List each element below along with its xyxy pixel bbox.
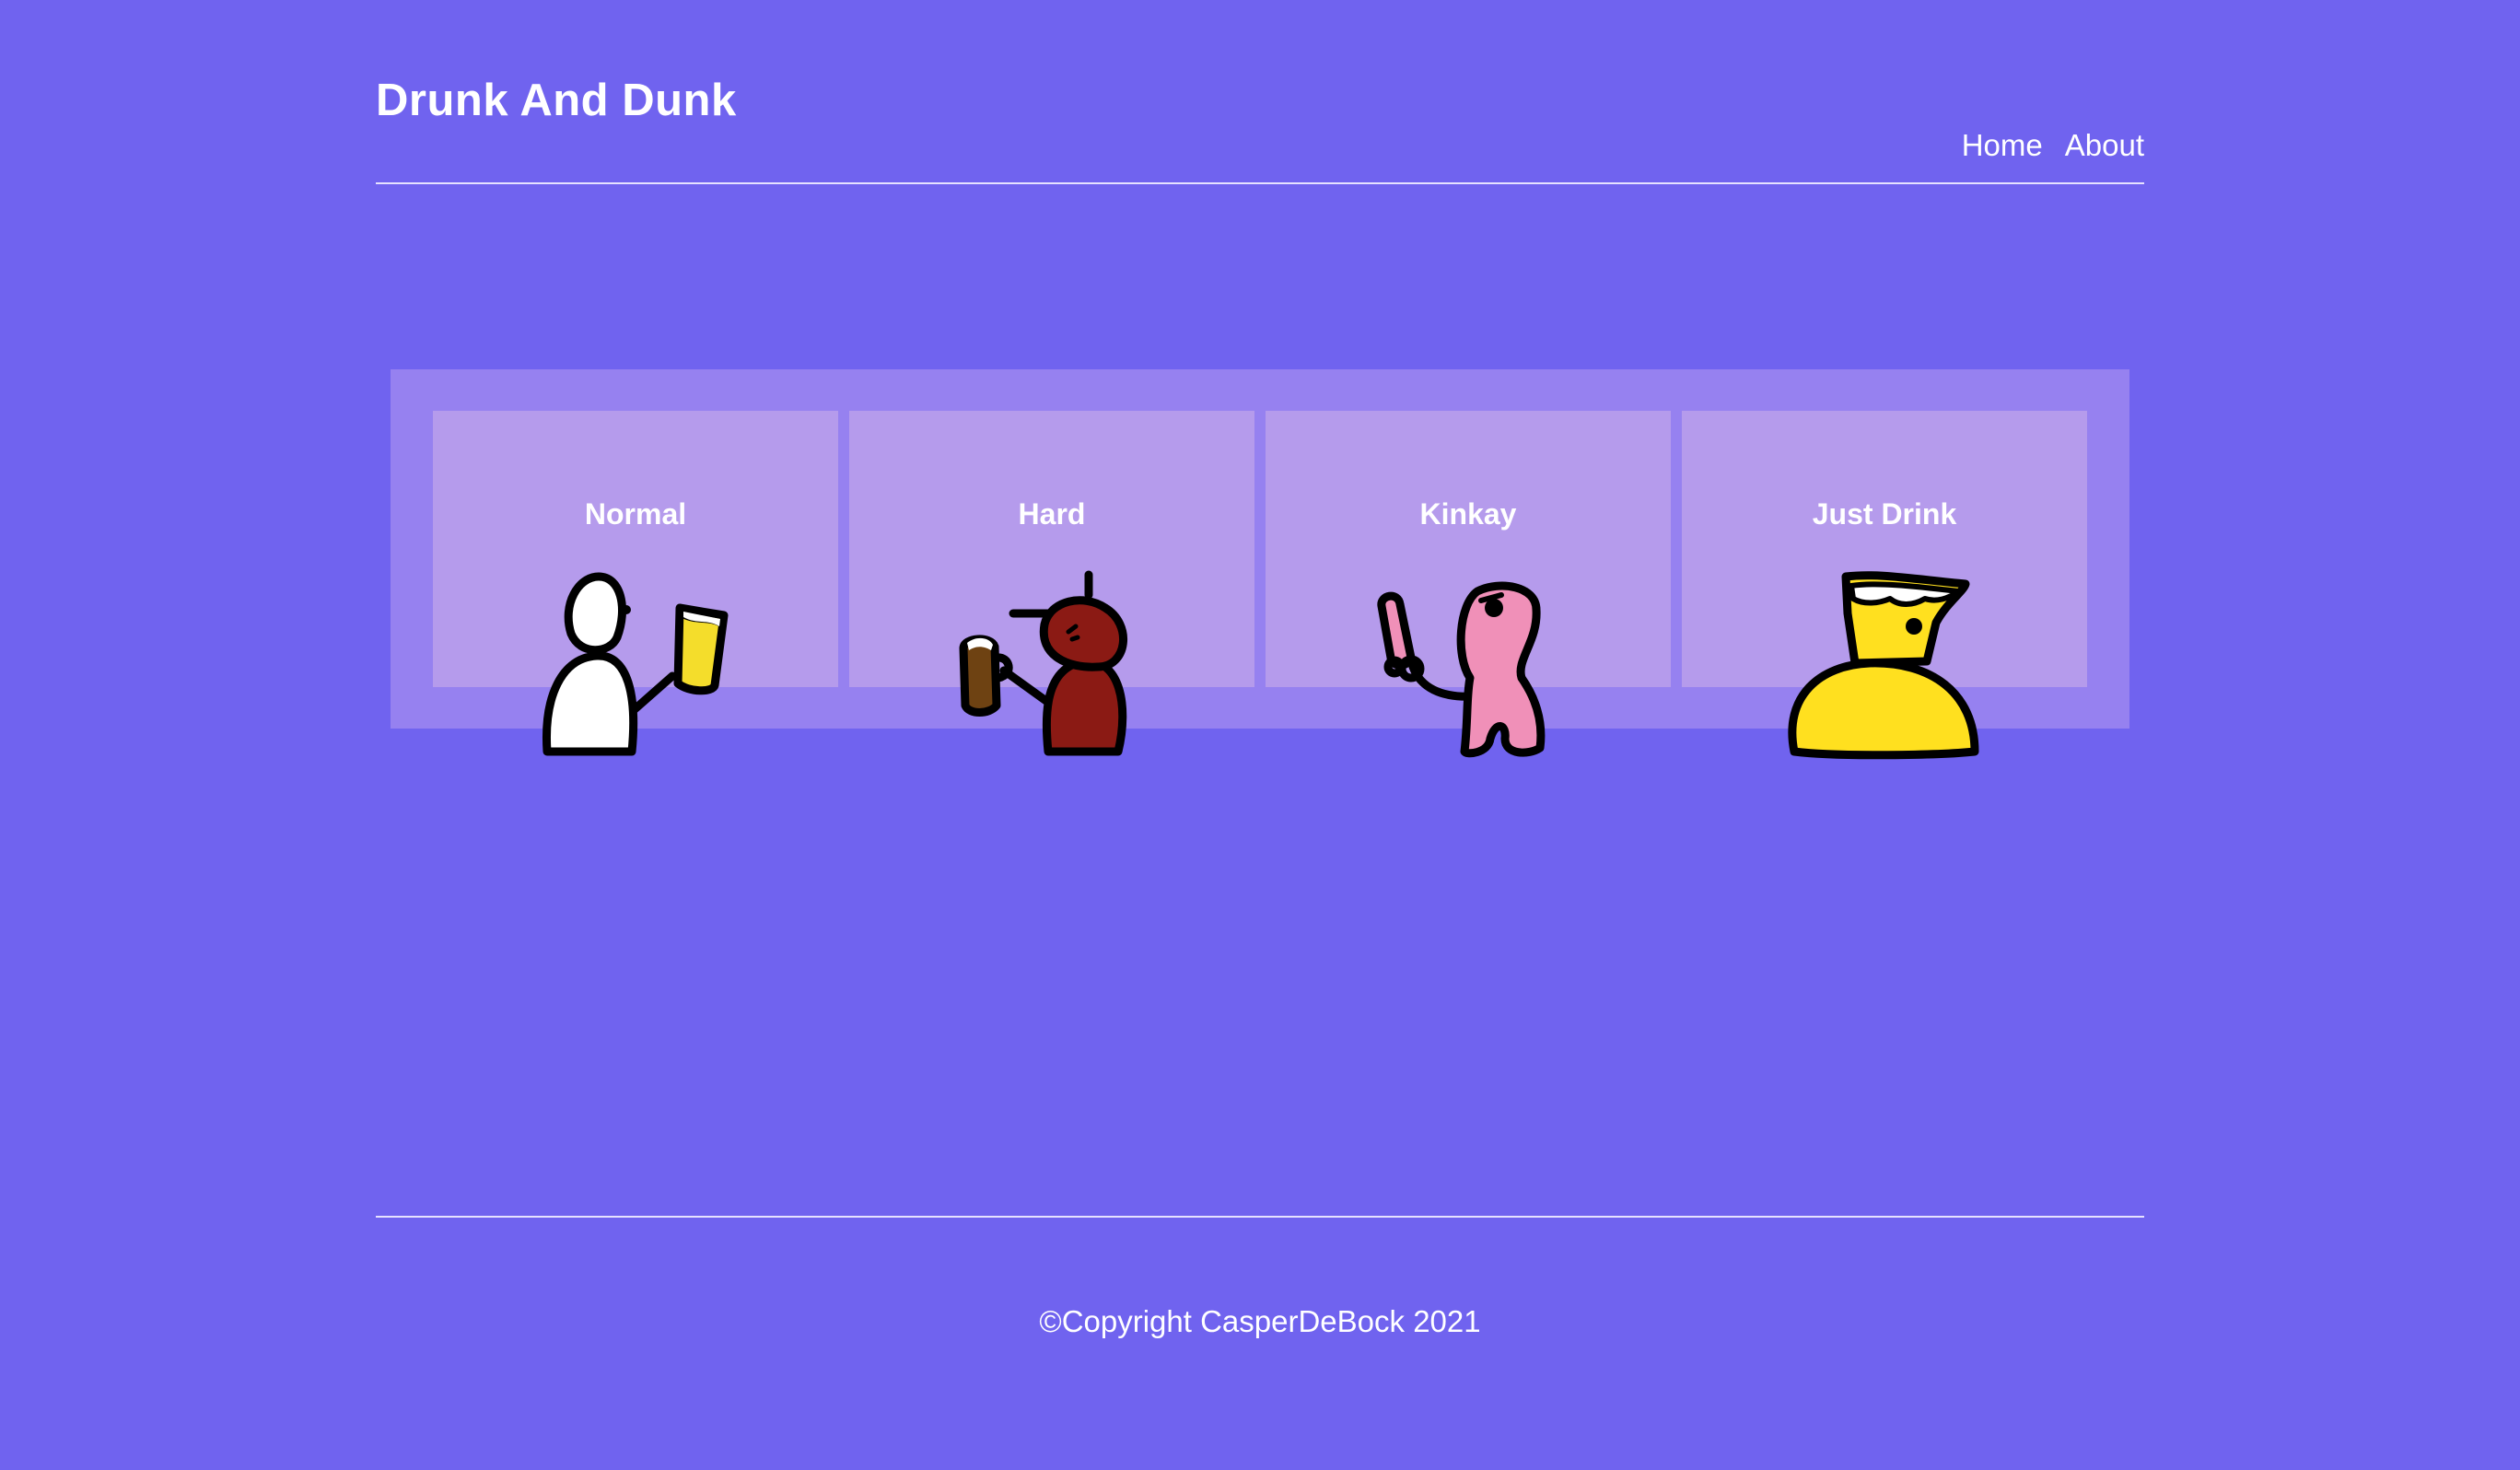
card-title: Normal <box>584 497 687 531</box>
nav-home-link[interactable]: Home <box>1962 125 2043 166</box>
footer-divider <box>376 1216 2144 1218</box>
copyright-text: ©Copyright CasperDeBock 2021 <box>1039 1304 1481 1338</box>
header-divider <box>376 182 2144 184</box>
nav-about-link[interactable]: About <box>2065 125 2144 166</box>
red-blob-holding-dark-beer-icon <box>949 558 1170 770</box>
card-title: Kinkay <box>1419 497 1517 531</box>
yellow-beer-drinker-icon <box>1774 558 1995 770</box>
pink-worm-holding-drink-icon <box>1367 558 1588 770</box>
card-title: Hard <box>1018 497 1086 531</box>
site-header: Drunk And Dunk Home About <box>376 0 2144 184</box>
page: Drunk And Dunk Home About Normal Hard Ki… <box>0 0 2520 1470</box>
white-blob-holding-beer-icon <box>525 558 746 770</box>
site-title: Drunk And Dunk <box>376 76 737 125</box>
main-nav: Home About <box>1962 125 2144 166</box>
card-title: Just Drink <box>1812 497 1957 531</box>
